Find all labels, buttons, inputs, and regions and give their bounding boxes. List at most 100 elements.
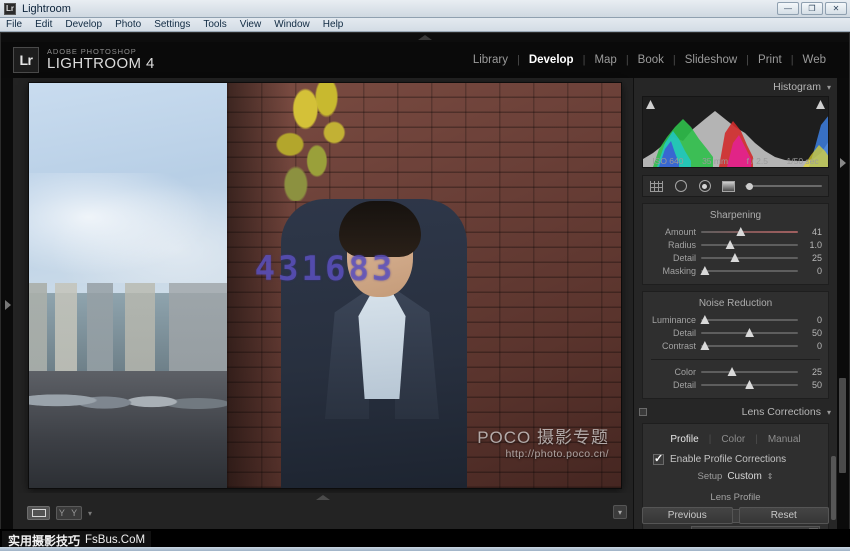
module-develop[interactable]: Develop <box>520 54 583 66</box>
module-slideshow[interactable]: Slideshow <box>676 54 746 66</box>
image-canvas[interactable]: 431683 POCO 摄影专题 http://photo.poco.cn/ <box>13 78 633 530</box>
slider-value: 0 <box>816 314 822 325</box>
slider-row[interactable]: Detail 25 <box>643 251 828 264</box>
chevron-down-icon[interactable]: ▾ <box>827 83 831 92</box>
loupe-view-icon[interactable] <box>27 506 50 520</box>
photo-buildings <box>29 283 227 378</box>
red-eye-icon[interactable] <box>697 180 712 193</box>
main-content: 431683 POCO 摄影专题 http://photo.poco.cn/ Y… <box>1 78 849 551</box>
histogram-header[interactable]: Histogram ▾ <box>634 78 837 96</box>
slider-value: 0 <box>816 340 822 351</box>
slider-label: Contrast <box>661 340 696 351</box>
lens-corrections-tabs: Profile | Color | Manual <box>643 430 828 451</box>
photo-flowers <box>267 83 363 201</box>
minimize-button[interactable]: — <box>777 2 799 15</box>
identity-bar: Lr ADOBE PHOTOSHOP LIGHTROOM 4 Library |… <box>1 42 849 78</box>
slider-label: Amount <box>664 226 696 237</box>
menu-item-develop[interactable]: Develop <box>65 19 102 30</box>
module-map[interactable]: Map <box>585 54 625 66</box>
slider-row[interactable]: Detail 50 <box>643 326 828 339</box>
slider-track[interactable] <box>701 239 798 250</box>
expand-right-panel-icon[interactable] <box>840 158 846 168</box>
menu-item-window[interactable]: Window <box>274 19 310 30</box>
close-button[interactable]: ✕ <box>825 2 847 15</box>
module-library[interactable]: Library <box>464 54 517 66</box>
toolbar-dropdown-icon[interactable]: ▾ <box>613 505 627 519</box>
photo-clouds <box>29 173 227 283</box>
slider-track[interactable] <box>701 327 798 338</box>
slider-row[interactable]: Masking 0 <box>643 264 828 277</box>
histogram-chart[interactable]: ISO 640 35 mm f / 2.5 1/50 sec <box>642 96 829 168</box>
panel-switch-icon[interactable] <box>639 408 647 416</box>
slider-track[interactable] <box>700 265 798 276</box>
slider-row[interactable]: Color 25 <box>643 365 828 378</box>
menu-item-view[interactable]: View <box>240 19 262 30</box>
slider-track[interactable] <box>701 252 798 263</box>
slider-label: Detail <box>672 379 696 390</box>
expand-left-panel-icon[interactable] <box>5 300 11 310</box>
tool-amount-slider[interactable] <box>745 182 822 191</box>
menu-item-tools[interactable]: Tools <box>203 19 226 30</box>
setup-stepper-icon[interactable]: ⇕ <box>767 472 774 481</box>
exif-aperture: f / 2.5 <box>746 156 768 166</box>
slider-track[interactable] <box>701 226 798 237</box>
maximize-button[interactable]: ❐ <box>801 2 823 15</box>
slider-value: 25 <box>811 366 822 377</box>
flag-filter-button[interactable]: Y Y <box>56 506 82 520</box>
setup-label: Setup <box>697 471 723 482</box>
exif-shutter: 1/50 sec <box>786 156 819 166</box>
enable-profile-corrections-checkbox[interactable] <box>653 452 664 465</box>
taskbar: 实用摄影技巧 FsBus.CoM <box>0 529 850 551</box>
toolbar-caret-icon[interactable]: ▾ <box>88 509 92 518</box>
menu-item-edit[interactable]: Edit <box>35 19 52 30</box>
sharpening-section: Sharpening Amount 41 Radius 1.0 Detail 2… <box>642 203 829 285</box>
enable-profile-corrections-row[interactable]: Enable Profile Corrections <box>643 451 828 470</box>
slider-row[interactable]: Luminance 0 <box>643 313 828 326</box>
window-controls: — ❐ ✕ <box>777 2 847 15</box>
enable-profile-corrections-label: Enable Profile Corrections <box>670 454 787 465</box>
slider-value: 1.0 <box>809 239 822 250</box>
chevron-down-icon[interactable]: ▾ <box>827 408 831 417</box>
right-edge-scrollbar[interactable] <box>839 378 846 473</box>
slider-track[interactable] <box>701 366 798 377</box>
module-book[interactable]: Book <box>629 54 673 66</box>
slider-track[interactable] <box>701 379 798 390</box>
left-panel-edge[interactable] <box>1 78 13 530</box>
exif-iso: ISO 640 <box>652 156 684 166</box>
window-title: Lightroom <box>22 2 71 15</box>
slider-row[interactable]: Detail 50 <box>643 378 828 391</box>
graduated-filter-icon[interactable] <box>721 180 736 193</box>
module-print[interactable]: Print <box>749 54 791 66</box>
reset-button[interactable]: Reset <box>738 507 829 524</box>
previous-button[interactable]: Previous <box>642 507 733 524</box>
toolbar-collapse-icon[interactable] <box>316 495 330 500</box>
lens-corrections-header[interactable]: Lens Corrections ▾ <box>634 403 837 421</box>
slider-row[interactable]: Radius 1.0 <box>643 238 828 251</box>
panel-button-row: Previous Reset <box>642 507 829 524</box>
slider-label: Detail <box>672 252 696 263</box>
slider-row[interactable]: Contrast 0 <box>643 339 828 352</box>
menu-item-help[interactable]: Help <box>323 19 344 30</box>
tab-profile[interactable]: Profile <box>660 434 708 445</box>
top-panel-collapse-bar[interactable] <box>1 33 849 42</box>
slider-row[interactable]: Amount 41 <box>643 225 828 238</box>
menu-item-photo[interactable]: Photo <box>115 19 141 30</box>
slider-label: Luminance <box>651 314 696 325</box>
setup-value[interactable]: Custom <box>727 471 761 482</box>
right-panel-edge[interactable] <box>837 78 849 530</box>
module-web[interactable]: Web <box>794 54 835 66</box>
slider-track[interactable] <box>700 340 798 351</box>
slider-track[interactable] <box>700 314 798 325</box>
tab-color[interactable]: Color <box>711 434 755 445</box>
crop-overlay-icon[interactable] <box>649 180 664 193</box>
tab-manual[interactable]: Manual <box>758 434 811 445</box>
right-panel-scrollbar[interactable] <box>831 456 836 520</box>
lr-badge-icon: Lr <box>13 47 39 73</box>
menu-item-settings[interactable]: Settings <box>154 19 190 30</box>
photo-preview[interactable]: 431683 POCO 摄影专题 http://photo.poco.cn/ <box>29 83 621 488</box>
spot-removal-icon[interactable] <box>673 180 688 193</box>
lens-profile-label: Lens Profile <box>710 492 761 503</box>
slider-label: Masking <box>662 265 696 276</box>
setup-row[interactable]: Setup Custom ⇕ <box>643 470 828 488</box>
menu-item-file[interactable]: File <box>6 19 22 30</box>
